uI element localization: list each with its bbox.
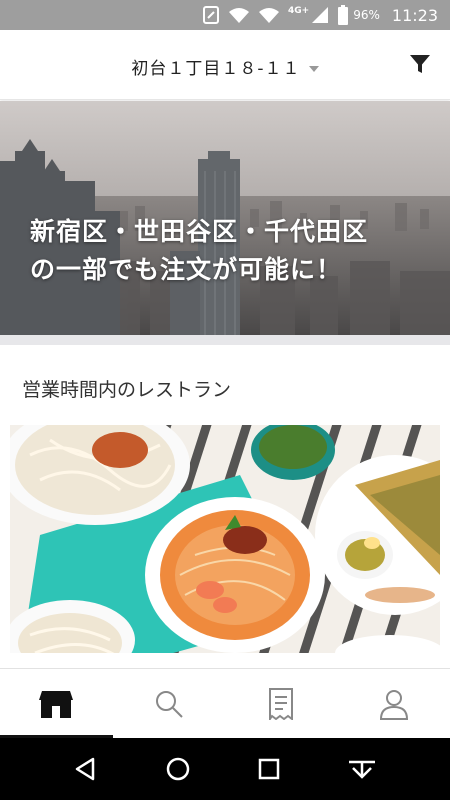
address-text: 初台１丁目１８-１１ xyxy=(131,59,301,79)
section-divider xyxy=(0,335,450,345)
nav-tab-account[interactable] xyxy=(338,669,450,738)
promo-banner[interactable]: 新宿区・世田谷区・千代田区 の一部でも注文が可能に！ xyxy=(0,101,450,335)
battery-percent: 96% xyxy=(353,8,380,22)
filter-icon[interactable] xyxy=(408,52,432,76)
battery-icon xyxy=(338,5,349,25)
food-photo xyxy=(10,425,440,653)
home-icon[interactable] xyxy=(165,756,191,782)
promo-headline: 新宿区・世田谷区・千代田区 の一部でも注文が可能に！ xyxy=(30,213,368,289)
recents-icon[interactable] xyxy=(257,757,281,781)
nfc-icon xyxy=(203,6,220,24)
restaurant-card-image[interactable] xyxy=(10,425,440,653)
store-icon xyxy=(39,690,74,718)
app-header: 初台１丁目１８-１１ xyxy=(0,30,450,100)
notification-pull-icon[interactable] xyxy=(347,756,377,782)
account-icon xyxy=(379,689,408,720)
nav-tab-restaurants[interactable] xyxy=(0,669,113,738)
promo-line-2: の一部でも注文が可能に！ xyxy=(30,255,343,284)
bottom-navigation xyxy=(0,668,450,738)
wifi-icon xyxy=(259,8,280,23)
back-icon[interactable] xyxy=(73,756,99,782)
address-selector[interactable]: 初台１丁目１８-１１ xyxy=(0,54,450,79)
section-title: 営業時間内のレストラン xyxy=(22,379,232,401)
search-icon xyxy=(155,690,183,718)
nav-tab-search[interactable] xyxy=(113,669,226,738)
status-bar: 4G+ 96% 11:23 xyxy=(0,0,450,30)
chevron-down-icon xyxy=(308,66,319,72)
clock: 11:23 xyxy=(391,5,438,25)
network-type: 4G+ xyxy=(288,6,310,16)
signal-icon xyxy=(312,7,329,23)
nav-tab-orders[interactable] xyxy=(225,669,338,738)
promo-line-1: 新宿区・世田谷区・千代田区 xyxy=(30,217,369,246)
wifi-calling-icon xyxy=(229,8,250,23)
receipt-icon xyxy=(269,687,294,720)
system-navigation-bar xyxy=(0,738,450,800)
